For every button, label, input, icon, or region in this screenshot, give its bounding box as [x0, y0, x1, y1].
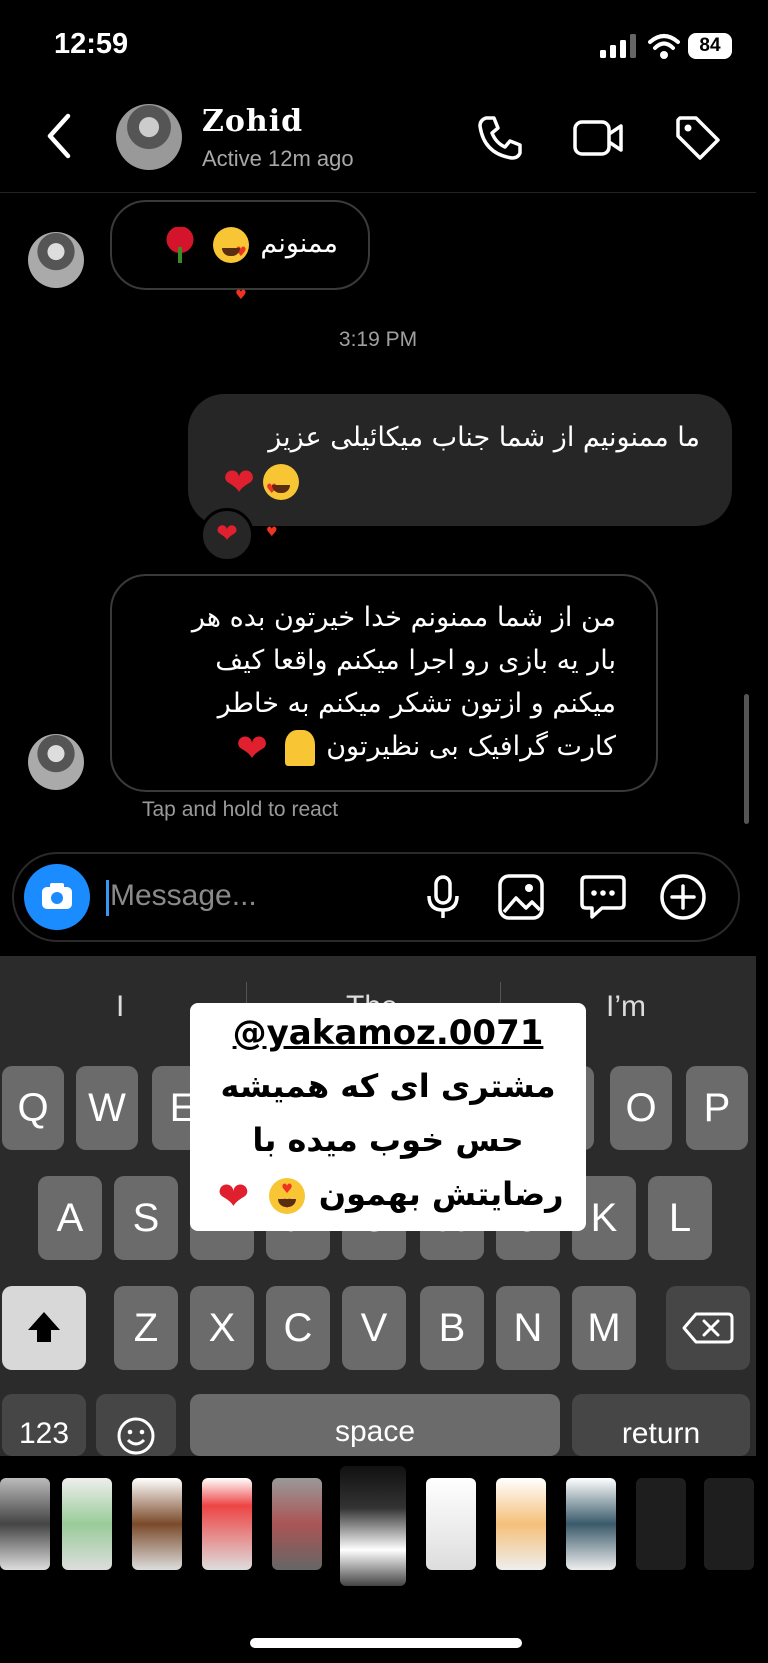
- message-text: ما ممنونیم از شما جناب میکائیلی عزیز: [268, 422, 700, 453]
- key-a[interactable]: A: [38, 1176, 102, 1260]
- backspace-icon: [682, 1312, 734, 1344]
- numbers-key[interactable]: 123: [2, 1394, 86, 1456]
- backspace-key[interactable]: [666, 1286, 750, 1370]
- suggestion-3[interactable]: I’m: [606, 990, 646, 1024]
- story-thumbnail-empty[interactable]: [636, 1478, 686, 1570]
- heart-eyes-emoji-icon: [268, 1178, 305, 1214]
- key-b[interactable]: B: [420, 1286, 484, 1370]
- key-m[interactable]: M: [572, 1286, 636, 1370]
- folded-hands-emoji-icon: [284, 729, 315, 766]
- story-thumbnail[interactable]: [272, 1478, 322, 1570]
- message-line: من از شما ممنونم خدا خیرتون بده هر: [191, 602, 616, 633]
- emoji-key[interactable]: [96, 1394, 176, 1456]
- back-arrow-icon[interactable]: [44, 112, 74, 160]
- sender-avatar[interactable]: [28, 734, 84, 790]
- suggestion-1[interactable]: I: [116, 990, 124, 1024]
- sender-avatar[interactable]: [28, 232, 84, 288]
- return-key[interactable]: return: [572, 1394, 750, 1456]
- sticker-line: رضایتش بهمون: [318, 1175, 564, 1213]
- story-thumbnail[interactable]: [62, 1478, 112, 1570]
- received-message-bubble[interactable]: ممنونم: [110, 200, 370, 317]
- text-caret: [106, 880, 109, 916]
- battery-indicator: 84: [688, 33, 732, 59]
- sent-message-bubble[interactable]: ما ممنونیم از شما جناب میکائیلی عزیز ❤: [188, 394, 732, 554]
- story-text-sticker: @yakamoz.0071 مشتری ای که همیشه حس خوب م…: [190, 1003, 586, 1231]
- cellular-signal-icon: [600, 34, 636, 58]
- heart-eyes-emoji-icon: [263, 463, 299, 554]
- key-v[interactable]: V: [342, 1286, 406, 1370]
- phone-call-icon[interactable]: [474, 112, 526, 164]
- status-time: 12:59: [54, 28, 129, 60]
- message-line: کارت گرافیک بی نظیرتون: [326, 731, 616, 762]
- message-timestamp: 3:19 PM: [338, 328, 418, 351]
- message-input[interactable]: [110, 872, 390, 920]
- key-n[interactable]: N: [496, 1286, 560, 1370]
- key-l[interactable]: L: [648, 1176, 712, 1260]
- contact-avatar[interactable]: [116, 104, 182, 170]
- key-s[interactable]: S: [114, 1176, 178, 1260]
- heart-eyes-emoji-icon: [212, 226, 249, 317]
- sticker-line: حس خوب میده با: [252, 1121, 524, 1159]
- story-thumbnail[interactable]: [426, 1478, 476, 1570]
- sticker-chat-icon[interactable]: [578, 872, 628, 922]
- camera-icon: [42, 883, 72, 909]
- video-call-icon[interactable]: [572, 112, 624, 164]
- story-thumbnail-selected[interactable]: [340, 1466, 406, 1586]
- story-thumbnail[interactable]: [566, 1478, 616, 1570]
- key-w[interactable]: W: [76, 1066, 138, 1150]
- gallery-icon[interactable]: [496, 872, 546, 922]
- scrollbar[interactable]: [744, 694, 749, 824]
- red-heart-emoji-icon: ❤: [236, 725, 268, 770]
- story-thumbnail[interactable]: [0, 1478, 50, 1570]
- active-status: Active 12m ago: [202, 146, 354, 171]
- shift-arrow-icon: [28, 1312, 60, 1342]
- tag-icon[interactable]: [672, 112, 724, 164]
- key-c[interactable]: C: [266, 1286, 330, 1370]
- space-key[interactable]: space: [190, 1394, 560, 1456]
- key-p[interactable]: P: [686, 1066, 748, 1150]
- story-thumbnail[interactable]: [496, 1478, 546, 1570]
- emoji-smile-icon: [117, 1417, 155, 1455]
- red-heart-emoji-icon: ❤: [217, 1174, 250, 1218]
- sticker-line: مشتری ای که همیشه: [220, 1067, 556, 1105]
- message-line: میکنم و ازتون تشکر میکنم به خاطر: [217, 688, 616, 719]
- mention-text[interactable]: @yakamoz.0071: [190, 1013, 586, 1053]
- camera-button[interactable]: [24, 864, 90, 930]
- message-line: بار یه بازی رو اجرا میکنم واقعا کیف: [215, 645, 616, 676]
- contact-name[interactable]: Zohid: [202, 104, 303, 139]
- received-message-bubble[interactable]: من از شما ممنونم خدا خیرتون بده هر بار ی…: [110, 574, 658, 792]
- story-thumbnail[interactable]: [132, 1478, 182, 1570]
- header-divider: [0, 192, 756, 193]
- rose-emoji-icon: [162, 226, 199, 263]
- microphone-icon[interactable]: [418, 872, 468, 922]
- heart-reaction-icon[interactable]: ❤: [200, 508, 254, 562]
- story-thumbnail[interactable]: [202, 1478, 252, 1570]
- key-z[interactable]: Z: [114, 1286, 178, 1370]
- key-q[interactable]: Q: [2, 1066, 64, 1150]
- add-plus-icon[interactable]: [658, 872, 708, 922]
- react-hint: Tap and hold to react: [142, 798, 339, 821]
- shift-key[interactable]: [2, 1286, 86, 1370]
- key-o[interactable]: O: [610, 1066, 672, 1150]
- story-thumbnail-empty[interactable]: [704, 1478, 754, 1570]
- wifi-icon: [648, 34, 680, 59]
- red-heart-emoji-icon: ❤: [223, 459, 255, 504]
- key-x[interactable]: X: [190, 1286, 254, 1370]
- message-text: ممنونم: [260, 228, 338, 259]
- home-indicator[interactable]: [250, 1638, 522, 1648]
